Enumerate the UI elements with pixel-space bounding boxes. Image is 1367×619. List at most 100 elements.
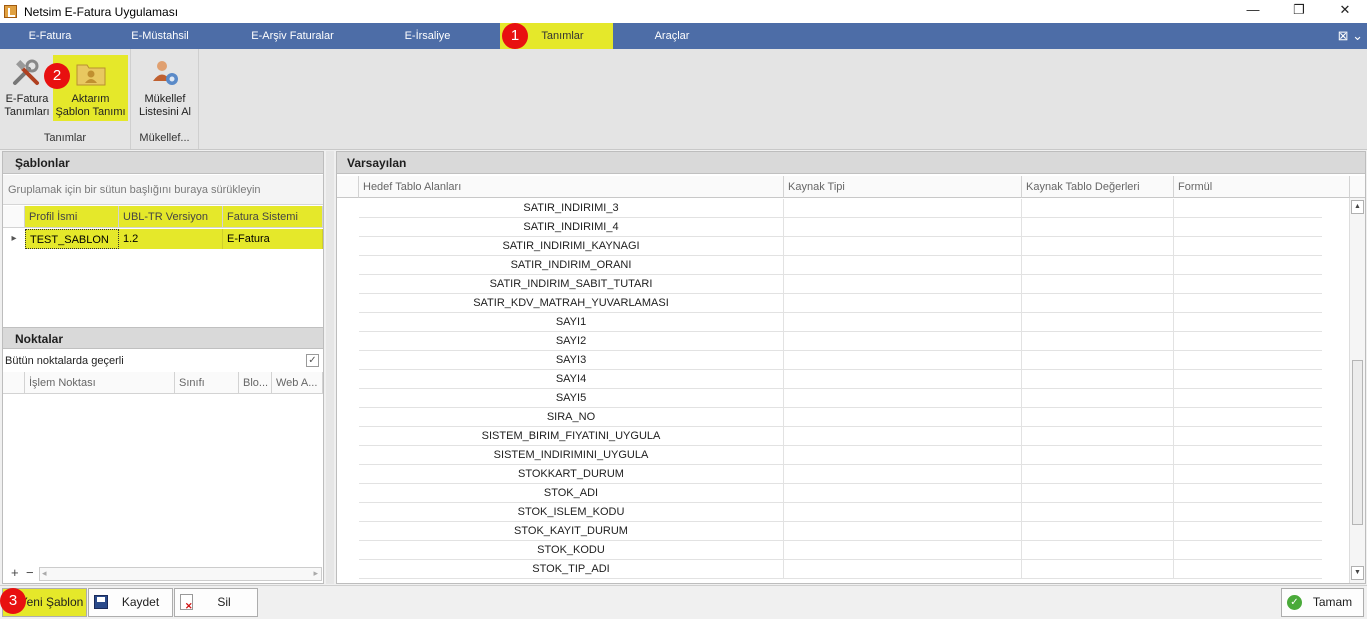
cell-hedef-tablo-alani[interactable]: SATIR_INDIRIMI_KAYNAGI	[359, 237, 784, 256]
table-row[interactable]: SIRA_NO	[359, 408, 1322, 427]
menu-e-mustahsil[interactable]: E-Müstahsil	[100, 23, 220, 49]
cell-kaynak-tablo-degerleri[interactable]	[1022, 370, 1174, 389]
cell-kaynak-tablo-degerleri[interactable]	[1022, 503, 1174, 522]
cell-fatura-sistemi[interactable]: E-Fatura	[223, 229, 323, 249]
cell-kaynak-tipi[interactable]	[784, 446, 1022, 465]
cell-kaynak-tipi[interactable]	[784, 199, 1022, 218]
table-row[interactable]: SISTEM_BIRIM_FIYATINI_UYGULA	[359, 427, 1322, 446]
cell-hedef-tablo-alani[interactable]: SATIR_INDIRIMI_3	[359, 199, 784, 218]
cell-kaynak-tablo-degerleri[interactable]	[1022, 237, 1174, 256]
restore-button[interactable]: ❐	[1276, 0, 1322, 22]
table-row[interactable]: SATIR_INDIRIMI_KAYNAGI	[359, 237, 1322, 256]
cell-kaynak-tablo-degerleri[interactable]	[1022, 199, 1174, 218]
menu-e-arsiv[interactable]: E-Arşiv Faturalar	[220, 23, 365, 49]
cell-hedef-tablo-alani[interactable]: STOK_ADI	[359, 484, 784, 503]
cell-hedef-tablo-alani[interactable]: STOK_KAYIT_DURUM	[359, 522, 784, 541]
ok-button[interactable]: ✓ Tamam	[1281, 588, 1364, 617]
cell-kaynak-tipi[interactable]	[784, 313, 1022, 332]
cell-kaynak-tipi[interactable]	[784, 427, 1022, 446]
cell-kaynak-tipi[interactable]	[784, 503, 1022, 522]
col-ubl-tr-versiyon[interactable]: UBL-TR Versiyon	[119, 206, 223, 228]
cell-kaynak-tablo-degerleri[interactable]	[1022, 218, 1174, 237]
scroll-up-icon[interactable]: ▲	[1351, 200, 1364, 214]
cell-profil-ismi[interactable]: TEST_SABLON	[25, 229, 119, 249]
col-hedef-tablo-alanlari[interactable]: Hedef Tablo Alanları	[359, 176, 784, 198]
save-button[interactable]: Kaydet	[88, 588, 173, 617]
cell-kaynak-tipi[interactable]	[784, 465, 1022, 484]
cell-kaynak-tipi[interactable]	[784, 408, 1022, 427]
cell-ubl-tr-versiyon[interactable]: 1.2	[119, 229, 223, 249]
table-row[interactable]: SATIR_INDIRIMI_4	[359, 218, 1322, 237]
mukellef-listesini-al-button[interactable]: Mükellef Listesini Al	[135, 55, 195, 121]
table-row[interactable]: SAYI5	[359, 389, 1322, 408]
col-kaynak-tipi[interactable]: Kaynak Tipi	[784, 176, 1022, 198]
cell-kaynak-tablo-degerleri[interactable]	[1022, 522, 1174, 541]
cell-hedef-tablo-alani[interactable]: SIRA_NO	[359, 408, 784, 427]
cell-hedef-tablo-alani[interactable]: SAYI1	[359, 313, 784, 332]
add-row-icon[interactable]: +	[11, 565, 19, 580]
cell-kaynak-tablo-degerleri[interactable]	[1022, 427, 1174, 446]
col-islem-noktasi[interactable]: İşlem Noktası	[25, 372, 175, 394]
table-row[interactable]: STOK_ADI	[359, 484, 1322, 503]
group-by-hint[interactable]: Gruplamak için bir sütun başlığını buray…	[3, 175, 323, 205]
cell-hedef-tablo-alani[interactable]: SATIR_INDIRIM_SABIT_TUTARI	[359, 275, 784, 294]
cell-hedef-tablo-alani[interactable]: SAYI2	[359, 332, 784, 351]
vertical-scrollbar[interactable]: ▲ ▼	[1349, 198, 1365, 583]
cell-hedef-tablo-alani[interactable]: SAYI5	[359, 389, 784, 408]
cell-kaynak-tablo-degerleri[interactable]	[1022, 256, 1174, 275]
scroll-thumb[interactable]	[1352, 360, 1363, 525]
cell-hedef-tablo-alani[interactable]: STOK_TIP_ADI	[359, 560, 784, 579]
cell-hedef-tablo-alani[interactable]: SATIR_INDIRIM_ORANI	[359, 256, 784, 275]
cell-kaynak-tablo-degerleri[interactable]	[1022, 313, 1174, 332]
cell-kaynak-tablo-degerleri[interactable]	[1022, 408, 1174, 427]
all-points-checkbox[interactable]: ✓	[306, 354, 319, 367]
table-row[interactable]: SATIR_INDIRIMI_3	[359, 199, 1322, 218]
cell-hedef-tablo-alani[interactable]: STOK_ISLEM_KODU	[359, 503, 784, 522]
cell-kaynak-tipi[interactable]	[784, 484, 1022, 503]
table-row[interactable]: SAYI1	[359, 313, 1322, 332]
remove-row-icon[interactable]: −	[26, 565, 34, 580]
close-button[interactable]: ✕	[1322, 0, 1367, 22]
cell-kaynak-tablo-degerleri[interactable]	[1022, 560, 1174, 579]
col-kaynak-tablo-degerleri[interactable]: Kaynak Tablo Değerleri	[1022, 176, 1174, 198]
cell-kaynak-tipi[interactable]	[784, 332, 1022, 351]
table-row[interactable]: STOKKART_DURUM	[359, 465, 1322, 484]
scroll-left-icon[interactable]: ◂	[42, 568, 47, 579]
e-fatura-tanimlari-button[interactable]: E-Fatura Tanımları	[2, 55, 52, 121]
table-row[interactable]: SAYI2	[359, 332, 1322, 351]
table-row[interactable]: STOK_TIP_ADI	[359, 560, 1322, 579]
col-fatura-sistemi[interactable]: Fatura Sistemi	[223, 206, 323, 228]
cell-hedef-tablo-alani[interactable]: STOKKART_DURUM	[359, 465, 784, 484]
table-row[interactable]: SISTEM_INDIRIMINI_UYGULA	[359, 446, 1322, 465]
menu-e-irsaliye[interactable]: E-İrsaliye	[365, 23, 490, 49]
cell-kaynak-tipi[interactable]	[784, 541, 1022, 560]
table-row[interactable]: SATIR_INDIRIM_SABIT_TUTARI	[359, 275, 1322, 294]
cell-kaynak-tablo-degerleri[interactable]	[1022, 332, 1174, 351]
col-formul[interactable]: Formül	[1174, 176, 1350, 198]
cell-kaynak-tipi[interactable]	[784, 522, 1022, 541]
table-row[interactable]: STOK_KODU	[359, 541, 1322, 560]
cell-kaynak-tipi[interactable]	[784, 294, 1022, 313]
cell-kaynak-tipi[interactable]	[784, 237, 1022, 256]
col-web-adresi[interactable]: Web A...	[272, 372, 323, 394]
scroll-right-icon[interactable]: ▸	[313, 568, 318, 579]
cell-hedef-tablo-alani[interactable]: SATIR_KDV_MATRAH_YUVARLAMASI	[359, 294, 784, 313]
cell-kaynak-tipi[interactable]	[784, 389, 1022, 408]
table-row[interactable]: STOK_ISLEM_KODU	[359, 503, 1322, 522]
cell-kaynak-tablo-degerleri[interactable]	[1022, 294, 1174, 313]
table-row[interactable]: SAYI3	[359, 351, 1322, 370]
ribbon-collapse-icon[interactable]: ⊠ ⌄	[1338, 28, 1363, 44]
horizontal-scrollbar[interactable]: ◂ ▸	[39, 567, 322, 581]
cell-hedef-tablo-alani[interactable]: SAYI4	[359, 370, 784, 389]
cell-kaynak-tipi[interactable]	[784, 560, 1022, 579]
scroll-down-icon[interactable]: ▼	[1351, 566, 1364, 580]
col-blokaj[interactable]: Blo...	[239, 372, 272, 394]
cell-kaynak-tipi[interactable]	[784, 370, 1022, 389]
menu-e-fatura[interactable]: E-Fatura	[0, 23, 100, 49]
delete-button[interactable]: ✕ Sil	[174, 588, 258, 617]
cell-hedef-tablo-alani[interactable]: STOK_KODU	[359, 541, 784, 560]
col-profil-ismi[interactable]: Profil İsmi	[25, 206, 119, 228]
table-row[interactable]: SATIR_KDV_MATRAH_YUVARLAMASI	[359, 294, 1322, 313]
cell-kaynak-tipi[interactable]	[784, 351, 1022, 370]
cell-kaynak-tablo-degerleri[interactable]	[1022, 541, 1174, 560]
